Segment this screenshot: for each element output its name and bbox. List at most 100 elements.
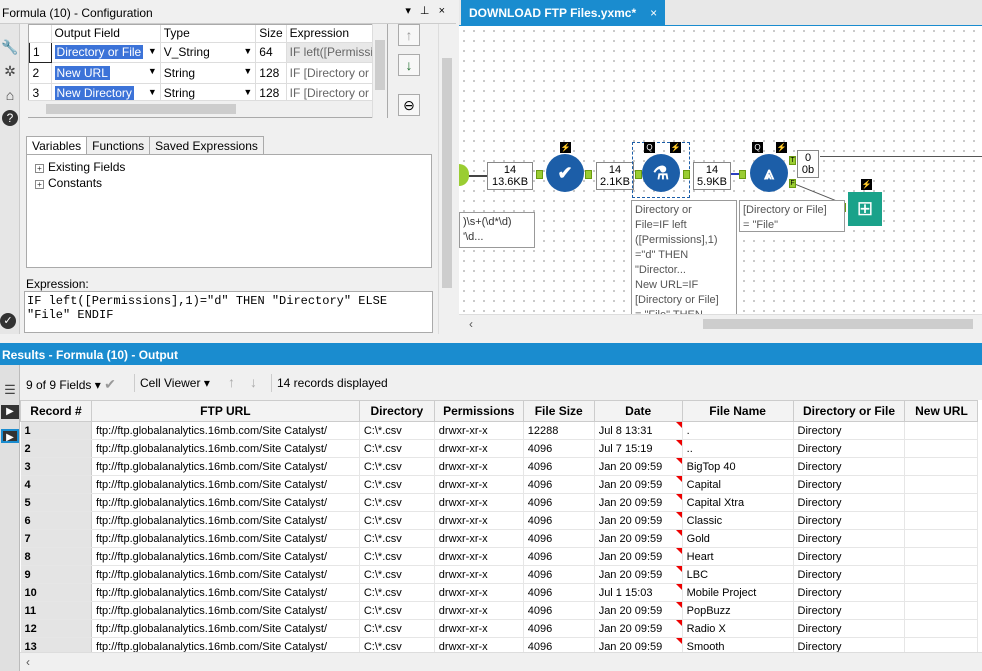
tree-item-existing-fields[interactable]: + Existing Fields bbox=[35, 159, 431, 175]
column-header[interactable]: File Name bbox=[681, 400, 794, 422]
column-header[interactable]: Date bbox=[593, 400, 683, 422]
cell-viewer-dropdown[interactable]: Cell Viewer ▾ bbox=[140, 376, 210, 390]
record-number-cell[interactable]: 13 bbox=[20, 637, 92, 652]
close-icon[interactable]: × bbox=[650, 6, 657, 20]
table-cell[interactable]: C:\*.csv bbox=[359, 547, 435, 566]
table-cell[interactable]: drwxr-xr-x bbox=[434, 547, 524, 566]
tool-node-filter[interactable]: ⩓ bbox=[750, 154, 788, 192]
table-cell[interactable]: drwxr-xr-x bbox=[434, 421, 524, 440]
table-cell[interactable]: 4096 bbox=[523, 475, 595, 494]
table-cell[interactable]: Mobile Project bbox=[682, 583, 794, 602]
table-cell[interactable]: Jan 20 09:59 bbox=[594, 601, 683, 620]
table-cell[interactable]: C:\*.csv bbox=[359, 637, 435, 652]
table-cell[interactable]: drwxr-xr-x bbox=[434, 511, 524, 530]
record-number-cell[interactable]: 9 bbox=[20, 565, 92, 584]
column-header[interactable]: Directory or File bbox=[792, 400, 906, 422]
table-cell[interactable]: drwxr-xr-x bbox=[434, 637, 524, 652]
table-row[interactable]: 9 ftp://ftp.globalanalytics.16mb.com/Site… bbox=[20, 565, 982, 584]
table-cell[interactable]: ftp://ftp.globalanalytics.16mb.com/Site … bbox=[91, 421, 360, 440]
table-row[interactable]: 1 ftp://ftp.globalanalytics.16mb.com/Site… bbox=[20, 421, 982, 440]
table-cell[interactable] bbox=[904, 547, 979, 566]
message-icon[interactable]: ▶ bbox=[1, 405, 19, 419]
table-cell[interactable]: 4096 bbox=[523, 511, 595, 530]
table-cell[interactable]: 4096 bbox=[523, 439, 595, 458]
input-tool-partial[interactable] bbox=[459, 164, 469, 186]
table-cell[interactable]: Jan 20 09:59 bbox=[594, 475, 683, 494]
table-cell[interactable]: ftp://ftp.globalanalytics.16mb.com/Site … bbox=[91, 583, 360, 602]
table-cell[interactable] bbox=[904, 565, 979, 584]
scroll-thumb[interactable] bbox=[375, 40, 385, 90]
scroll-thumb[interactable] bbox=[46, 104, 236, 114]
table-cell[interactable]: ftp://ftp.globalanalytics.16mb.com/Site … bbox=[91, 565, 360, 584]
table-cell[interactable]: ftp://ftp.globalanalytics.16mb.com/Site … bbox=[91, 601, 360, 620]
table-cell[interactable] bbox=[904, 493, 979, 512]
table-cell[interactable]: Capital bbox=[682, 475, 794, 494]
output-field-select[interactable]: New URL ▼ bbox=[51, 62, 161, 84]
table-cell[interactable]: Jan 20 09:59 bbox=[594, 637, 683, 652]
tool-node-select[interactable]: ✔ bbox=[546, 154, 584, 192]
canvas-horizontal-scrollbar[interactable]: ‹ bbox=[459, 314, 982, 332]
table-cell[interactable]: Jan 20 09:59 bbox=[594, 457, 683, 476]
table-cell[interactable]: 4096 bbox=[523, 619, 595, 638]
table-cell[interactable]: ftp://ftp.globalanalytics.16mb.com/Site … bbox=[91, 493, 360, 512]
table-cell[interactable]: Jul 7 15:19 bbox=[594, 439, 683, 458]
output-anchor[interactable] bbox=[683, 170, 690, 179]
results-horizontal-scrollbar[interactable]: ‹ bbox=[20, 652, 982, 671]
table-cell[interactable]: 4096 bbox=[523, 583, 595, 602]
expression-cell[interactable]: IF [Directory or bbox=[286, 62, 378, 84]
table-cell[interactable] bbox=[904, 439, 979, 458]
record-number-cell[interactable]: 6 bbox=[20, 511, 92, 530]
table-cell[interactable]: C:\*.csv bbox=[359, 601, 435, 620]
table-cell[interactable]: Directory bbox=[793, 493, 906, 512]
tag-icon[interactable]: ⌂ bbox=[1, 86, 19, 104]
column-header[interactable]: FTP URL bbox=[90, 400, 360, 422]
table-cell[interactable]: Jul 8 13:31 bbox=[594, 421, 683, 440]
table-row[interactable]: 7 ftp://ftp.globalanalytics.16mb.com/Site… bbox=[20, 529, 982, 548]
table-cell[interactable]: Jan 20 09:59 bbox=[594, 619, 683, 638]
table-cell[interactable]: Directory bbox=[793, 601, 906, 620]
grid-row[interactable]: 1 Directory or File ▼ V_String ▼ 64 IF lef… bbox=[29, 41, 378, 63]
expression-cell[interactable]: IF left([Permissi bbox=[286, 42, 378, 63]
input-anchor[interactable] bbox=[739, 170, 746, 179]
scroll-left-icon[interactable]: ‹ bbox=[469, 317, 473, 331]
data-tag-icon[interactable]: ▶ bbox=[1, 429, 19, 443]
table-cell[interactable]: Capital Xtra bbox=[682, 493, 794, 512]
table-cell[interactable]: BigTop 40 bbox=[682, 457, 794, 476]
record-number-cell[interactable]: 1 bbox=[20, 421, 92, 440]
table-cell[interactable]: Jan 20 09:59 bbox=[594, 493, 683, 512]
table-cell[interactable]: PopBuzz bbox=[682, 601, 794, 620]
table-cell[interactable]: Directory bbox=[793, 547, 906, 566]
table-cell[interactable]: Jan 20 09:59 bbox=[594, 547, 683, 566]
expression-editor[interactable]: IF left([Permissions],1)="d" THEN "Direc… bbox=[24, 291, 433, 333]
help-icon[interactable]: ? bbox=[2, 110, 18, 126]
column-header[interactable]: Permissions bbox=[433, 400, 524, 422]
table-cell[interactable]: Directory bbox=[793, 529, 906, 548]
table-row[interactable]: 5 ftp://ftp.globalanalytics.16mb.com/Site… bbox=[20, 493, 982, 512]
checkmark-icon[interactable]: ✔ bbox=[104, 376, 116, 392]
table-cell[interactable]: drwxr-xr-x bbox=[434, 457, 524, 476]
check-circle-icon[interactable]: ✓ bbox=[0, 313, 16, 329]
table-cell[interactable]: C:\*.csv bbox=[359, 493, 435, 512]
tab-functions[interactable]: Functions bbox=[86, 136, 151, 155]
list-icon[interactable]: ☰ bbox=[1, 381, 19, 399]
table-cell[interactable]: Directory bbox=[793, 511, 906, 530]
table-cell[interactable]: ftp://ftp.globalanalytics.16mb.com/Site … bbox=[91, 439, 360, 458]
record-number-cell[interactable]: 5 bbox=[20, 493, 92, 512]
table-cell[interactable] bbox=[904, 511, 979, 530]
record-number-cell[interactable]: 11 bbox=[20, 601, 92, 620]
tool-node-browse[interactable]: ⊞ bbox=[848, 192, 882, 226]
arrow-up-icon[interactable]: ↑ bbox=[228, 374, 235, 390]
move-down-button[interactable]: ↓ bbox=[398, 54, 420, 76]
tree-item-constants[interactable]: + Constants bbox=[35, 175, 431, 191]
table-cell[interactable]: Jan 20 09:59 bbox=[594, 511, 683, 530]
table-row[interactable]: 4 ftp://ftp.globalanalytics.16mb.com/Site… bbox=[20, 475, 982, 494]
output-anchor[interactable] bbox=[536, 170, 543, 179]
table-cell[interactable]: 12288 bbox=[523, 421, 595, 440]
chevron-down-icon[interactable]: ▾ bbox=[95, 378, 101, 392]
table-cell[interactable]: ftp://ftp.globalanalytics.16mb.com/Site … bbox=[91, 475, 360, 494]
table-cell[interactable] bbox=[904, 421, 979, 440]
table-cell[interactable]: Directory bbox=[793, 421, 906, 440]
record-number-cell[interactable]: 3 bbox=[20, 457, 92, 476]
table-cell[interactable]: ftp://ftp.globalanalytics.16mb.com/Site … bbox=[91, 529, 360, 548]
table-cell[interactable] bbox=[904, 529, 979, 548]
